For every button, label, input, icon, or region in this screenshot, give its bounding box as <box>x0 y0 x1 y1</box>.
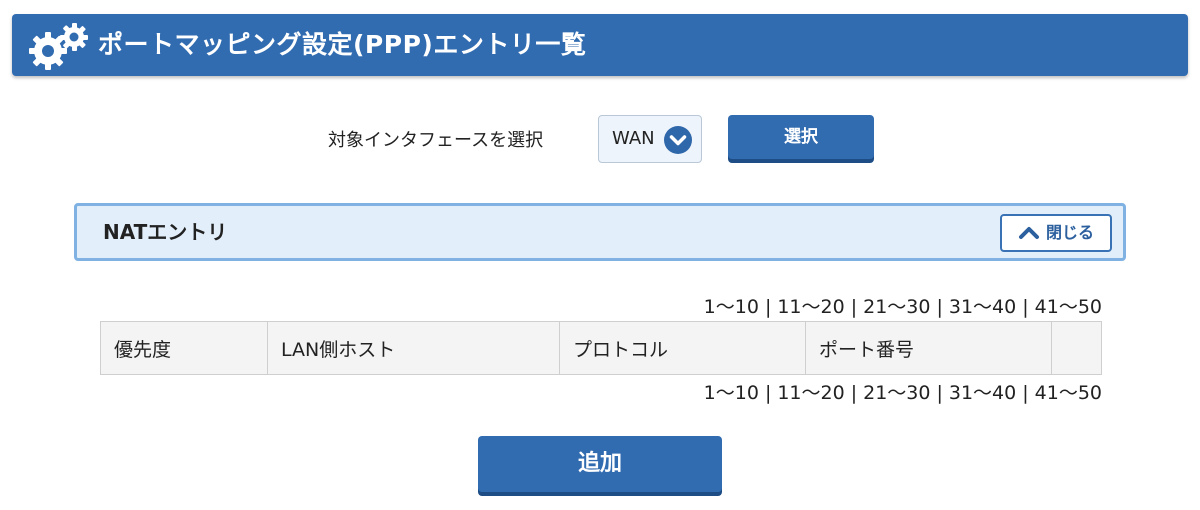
column-header-protocol: プロトコル <box>559 321 806 375</box>
column-header-lan-host: LAN側ホスト <box>267 321 560 375</box>
page-link[interactable]: 41〜50 <box>1035 382 1102 404</box>
page-separator: | <box>850 382 858 404</box>
interface-select-label: 対象インタフェースを選択 <box>328 130 544 151</box>
page-link[interactable]: 1〜10 <box>704 296 759 318</box>
page-link[interactable]: 11〜20 <box>777 382 844 404</box>
page-link[interactable]: 31〜40 <box>949 382 1016 404</box>
page-link[interactable]: 31〜40 <box>949 296 1016 318</box>
nat-panel-title: NATエントリ <box>103 220 228 244</box>
page-title: ポートマッピング設定(PPP)エントリ一覧 <box>98 30 587 59</box>
page-separator: | <box>1022 296 1029 318</box>
page-separator: | <box>850 296 858 318</box>
column-header-port-number: ポート番号 <box>805 321 1052 375</box>
interface-select-value: WAN <box>612 128 655 149</box>
column-header-actions <box>1051 321 1102 375</box>
gears-icon <box>29 23 88 70</box>
page-link[interactable]: 21〜30 <box>863 296 930 318</box>
close-panel-label: 閉じる <box>1046 223 1095 242</box>
add-button[interactable]: 追加 <box>478 436 722 492</box>
page-separator: | <box>764 296 772 318</box>
select-button[interactable]: 選択 <box>728 115 874 159</box>
page-link[interactable]: 21〜30 <box>863 382 930 404</box>
page-separator: | <box>936 382 943 404</box>
page-separator: | <box>936 296 943 318</box>
page-link[interactable]: 11〜20 <box>777 296 844 318</box>
page-link[interactable]: 41〜50 <box>1035 296 1102 318</box>
interface-select[interactable]: WAN <box>598 115 702 163</box>
pagination-top: 1〜10 | 11〜20 | 21〜30 | 31〜40 | 41〜50 <box>704 292 1102 319</box>
page-header: ポートマッピング設定(PPP)エントリ一覧 <box>12 14 1188 76</box>
nat-entry-panel: NATエントリ 閉じる <box>74 203 1126 261</box>
chevron-up-icon <box>1019 227 1039 239</box>
page-separator: | <box>1022 382 1029 404</box>
pagination-bottom: 1〜10 | 11〜20 | 21〜30 | 31〜40 | 41〜50 <box>704 378 1102 405</box>
table-header-row: 優先度 LAN側ホスト プロトコル ポート番号 <box>100 321 1102 375</box>
column-header-priority: 優先度 <box>100 321 268 375</box>
page-separator: | <box>764 382 772 404</box>
page-link[interactable]: 1〜10 <box>704 382 759 404</box>
nat-entry-table: 優先度 LAN側ホスト プロトコル ポート番号 <box>100 321 1102 375</box>
close-panel-button[interactable]: 閉じる <box>1000 214 1112 252</box>
chevron-down-icon <box>664 126 692 154</box>
